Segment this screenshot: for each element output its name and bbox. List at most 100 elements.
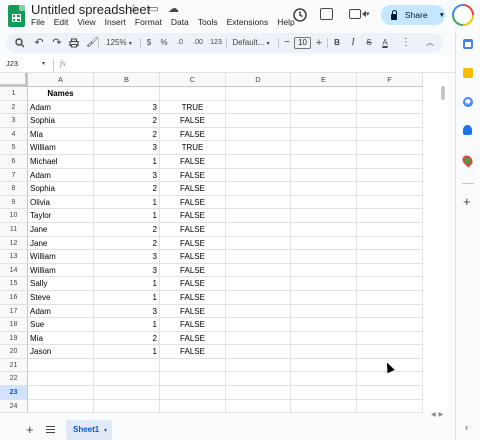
cell-f19[interactable] bbox=[357, 331, 423, 346]
row-header[interactable]: 23 bbox=[0, 386, 28, 400]
cell-e14[interactable] bbox=[291, 263, 357, 278]
search-menus-icon[interactable] bbox=[14, 33, 26, 53]
menu-edit[interactable]: Edit bbox=[54, 17, 69, 27]
meet-dropdown-icon[interactable]: ▾ bbox=[366, 10, 370, 18]
print-icon[interactable] bbox=[68, 33, 80, 53]
redo-icon[interactable]: ↷ bbox=[51, 33, 63, 53]
cell-f9[interactable] bbox=[357, 195, 423, 210]
cell-c6[interactable]: FALSE bbox=[160, 154, 226, 169]
cell-d20[interactable] bbox=[226, 345, 291, 359]
cell-c12[interactable]: FALSE bbox=[160, 236, 226, 251]
cell-c21[interactable] bbox=[160, 358, 226, 373]
cell-c2[interactable]: TRUE bbox=[160, 100, 226, 115]
cell-b1[interactable] bbox=[94, 87, 160, 101]
cell-a15[interactable]: Sally bbox=[28, 277, 94, 291]
menu-format[interactable]: Format bbox=[135, 17, 162, 27]
cell-e11[interactable] bbox=[291, 222, 357, 237]
cell-f7[interactable] bbox=[357, 168, 423, 183]
column-header-a[interactable]: A bbox=[28, 73, 94, 87]
vertical-scrollbar[interactable] bbox=[441, 86, 445, 100]
cell-d7[interactable] bbox=[226, 168, 291, 183]
row-header[interactable]: 10 bbox=[0, 209, 28, 223]
name-box-dropdown-icon[interactable]: ▾ bbox=[42, 60, 45, 67]
cell-e8[interactable] bbox=[291, 182, 357, 196]
cell-a13[interactable]: William bbox=[28, 250, 94, 264]
cell-c19[interactable]: FALSE bbox=[160, 331, 226, 346]
cell-a5[interactable]: William bbox=[28, 141, 94, 155]
decrease-font-size-button[interactable]: − bbox=[282, 33, 292, 53]
cell-c14[interactable]: FALSE bbox=[160, 263, 226, 278]
cell-b6[interactable]: 1 bbox=[94, 154, 160, 169]
cell-b4[interactable]: 2 bbox=[94, 127, 160, 142]
cell-b15[interactable]: 1 bbox=[94, 277, 160, 291]
spreadsheet-grid[interactable]: ABCDEF 1 Names 2 Adam 3 TRUE 3 Sophia 2 FALSE 4 Mia… bbox=[0, 73, 447, 413]
cell-e9[interactable] bbox=[291, 195, 357, 210]
cell-b8[interactable]: 2 bbox=[94, 182, 160, 196]
add-sheet-button[interactable]: + bbox=[26, 422, 34, 437]
row-header[interactable]: 8 bbox=[0, 182, 28, 196]
cell-c16[interactable]: FALSE bbox=[160, 290, 226, 305]
cell-f22[interactable] bbox=[357, 372, 423, 387]
cell-d4[interactable] bbox=[226, 127, 291, 142]
show-side-panel-icon[interactable]: › bbox=[465, 422, 468, 432]
font-select[interactable]: Default... ▾ bbox=[229, 33, 273, 53]
row-header[interactable]: 13 bbox=[0, 250, 28, 264]
cell-a12[interactable]: Jane bbox=[28, 236, 94, 251]
cell-b17[interactable]: 3 bbox=[94, 304, 160, 319]
row-header[interactable]: 15 bbox=[0, 277, 28, 291]
row-header[interactable]: 5 bbox=[0, 141, 28, 155]
cell-c7[interactable]: FALSE bbox=[160, 168, 226, 183]
cell-e2[interactable] bbox=[291, 100, 357, 115]
cell-b19[interactable]: 2 bbox=[94, 331, 160, 346]
cell-f24[interactable] bbox=[357, 399, 423, 413]
cell-b24[interactable] bbox=[94, 399, 160, 413]
cell-f12[interactable] bbox=[357, 236, 423, 251]
cell-d22[interactable] bbox=[226, 372, 291, 387]
cell-a10[interactable]: Taylor bbox=[28, 209, 94, 223]
menu-file[interactable]: File bbox=[31, 17, 45, 27]
cell-c1[interactable] bbox=[160, 87, 226, 101]
cell-b20[interactable]: 1 bbox=[94, 345, 160, 359]
share-dropdown-icon[interactable]: ▼ bbox=[439, 12, 445, 19]
cell-c11[interactable]: FALSE bbox=[160, 222, 226, 237]
cell-a1[interactable]: Names bbox=[28, 87, 94, 101]
cell-a8[interactable]: Sophia bbox=[28, 182, 94, 196]
cell-e5[interactable] bbox=[291, 141, 357, 155]
cell-d18[interactable] bbox=[226, 318, 291, 332]
cell-e17[interactable] bbox=[291, 304, 357, 319]
calendar-icon[interactable] bbox=[463, 39, 473, 49]
cell-f18[interactable] bbox=[357, 318, 423, 332]
cell-f14[interactable] bbox=[357, 263, 423, 278]
undo-icon[interactable]: ↶ bbox=[33, 33, 45, 53]
cell-d17[interactable] bbox=[226, 304, 291, 319]
cell-b10[interactable]: 1 bbox=[94, 209, 160, 223]
cell-e24[interactable] bbox=[291, 399, 357, 413]
cell-a17[interactable]: Adam bbox=[28, 304, 94, 319]
cell-f1[interactable] bbox=[357, 87, 423, 101]
cell-c10[interactable]: FALSE bbox=[160, 209, 226, 223]
cell-f6[interactable] bbox=[357, 154, 423, 169]
cell-c23[interactable] bbox=[160, 386, 226, 400]
name-box[interactable]: J23 bbox=[6, 59, 18, 68]
cell-e13[interactable] bbox=[291, 250, 357, 264]
cell-b7[interactable]: 3 bbox=[94, 168, 160, 183]
font-size-input[interactable]: 10 bbox=[294, 37, 311, 49]
cell-e23[interactable] bbox=[291, 386, 357, 400]
cell-e1[interactable] bbox=[291, 87, 357, 101]
cloud-status-icon[interactable]: ☁ bbox=[167, 3, 180, 16]
more-options-icon[interactable]: ⋮ bbox=[401, 33, 411, 53]
menu-data[interactable]: Data bbox=[171, 17, 189, 27]
menu-extensions[interactable]: Extensions bbox=[227, 17, 269, 27]
increase-font-size-button[interactable]: + bbox=[314, 33, 324, 53]
strikethrough-button[interactable]: S bbox=[363, 33, 375, 53]
cell-b23[interactable] bbox=[94, 386, 160, 400]
cell-f8[interactable] bbox=[357, 182, 423, 196]
decrease-decimal-button[interactable]: .0 bbox=[173, 33, 187, 53]
cell-c17[interactable]: FALSE bbox=[160, 304, 226, 319]
cell-e10[interactable] bbox=[291, 209, 357, 223]
cell-c24[interactable] bbox=[160, 399, 226, 413]
cell-a24[interactable] bbox=[28, 399, 94, 413]
column-header-f[interactable]: F bbox=[357, 73, 423, 87]
cell-e4[interactable] bbox=[291, 127, 357, 142]
cell-d23[interactable] bbox=[226, 386, 291, 400]
